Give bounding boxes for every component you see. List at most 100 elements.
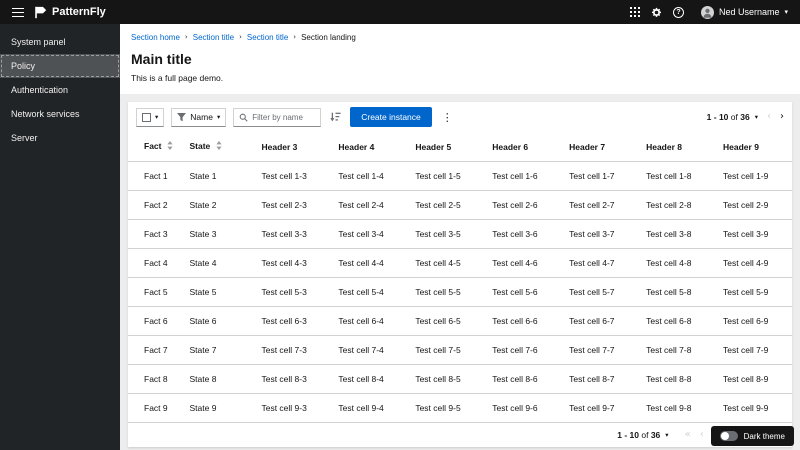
- table-cell: Test cell 2-3: [253, 190, 331, 220]
- table-cell: State 8: [181, 364, 254, 394]
- table-cell: Test cell 4-9: [715, 248, 792, 278]
- sort-arrows-icon[interactable]: [167, 141, 174, 152]
- table-cell: Test cell 1-3: [253, 161, 331, 191]
- table-cell: State 4: [181, 248, 254, 278]
- table-cell: Test cell 2-6: [484, 190, 562, 220]
- filter-funnel-icon: [177, 112, 187, 122]
- user-menu[interactable]: Ned Username ▾: [700, 5, 788, 19]
- sidebar-item-policy[interactable]: Policy: [0, 54, 120, 78]
- main-content: Section home › Section title › Section title…: [120, 24, 800, 450]
- table-cell: Test cell 9-6: [484, 393, 562, 423]
- table-cell: Test cell 7-6: [484, 335, 562, 365]
- column-header-label: Header 3: [261, 141, 298, 152]
- breadcrumb-item: Section landing: [301, 33, 356, 42]
- table-cell: Test cell 4-8: [638, 248, 716, 278]
- table-cell: Test cell 6-8: [638, 306, 716, 336]
- pagination-range: 1 - 10: [617, 430, 639, 440]
- table-cell: Test cell 6-6: [484, 306, 562, 336]
- breadcrumb-item[interactable]: Section title: [193, 33, 234, 42]
- create-instance-button[interactable]: Create instance: [350, 107, 432, 127]
- table-cell: State 3: [181, 219, 254, 249]
- table-cell: Test cell 5-9: [715, 277, 792, 307]
- table-cell: Test cell 3-8: [638, 219, 716, 249]
- table-cell: Test cell 6-5: [407, 306, 485, 336]
- column-header-state[interactable]: State: [181, 132, 253, 162]
- pagination-total: 36: [650, 430, 661, 440]
- column-header-label: Header 5: [415, 141, 452, 152]
- table-cell: Test cell 3-9: [715, 219, 792, 249]
- table-cell: Fact 4: [128, 248, 182, 278]
- pagination-of-word: of: [641, 430, 649, 440]
- column-header-header-6: Header 6: [484, 132, 561, 162]
- table-cell: Test cell 8-5: [407, 364, 485, 394]
- table-cell: Test cell 4-6: [484, 248, 562, 278]
- table-row: Fact 8 State 8 Test cell 8-3 Test cell 8-4 T…: [128, 364, 792, 394]
- settings-gear-icon[interactable]: [651, 7, 662, 18]
- first-page-button[interactable]: «: [685, 430, 691, 440]
- search-input[interactable]: [252, 112, 319, 122]
- column-header-header-4: Header 4: [330, 132, 407, 162]
- table-row: Fact 2 State 2 Test cell 2-3 Test cell 2-4 T…: [128, 190, 792, 220]
- table-cell: Test cell 3-5: [407, 219, 485, 249]
- avatar: [700, 5, 714, 19]
- pagination-of-word: of: [730, 112, 738, 122]
- table-cell: Test cell 3-7: [561, 219, 639, 249]
- help-icon[interactable]: ?: [672, 6, 684, 18]
- bulk-select-checkbox[interactable]: [142, 112, 151, 122]
- toggle-switch[interactable]: [719, 431, 738, 441]
- sidebar-item-network-services[interactable]: Network services: [0, 102, 120, 126]
- prev-page-button[interactable]: ‹: [767, 112, 771, 122]
- table-cell: Test cell 9-8: [638, 393, 716, 423]
- table-header-row: Fact State Header 3 Header 4 Header 5 Header …: [128, 132, 792, 162]
- prev-page-button[interactable]: ‹: [700, 430, 704, 440]
- table-row: Fact 5 State 5 Test cell 5-3 Test cell 5-4 T…: [128, 277, 792, 307]
- pagination-total: 36: [740, 112, 750, 122]
- patternfly-logo-icon: [34, 6, 47, 19]
- table-cell: Test cell 7-5: [407, 335, 485, 365]
- masthead: PatternFly ? Ned Username ▾: [0, 0, 800, 24]
- next-page-button[interactable]: ›: [780, 112, 784, 122]
- sidebar-item-authentication[interactable]: Authentication: [0, 78, 120, 102]
- table-cell: Test cell 6-7: [561, 306, 639, 336]
- column-header-label: Header 8: [646, 141, 683, 152]
- pagination-menu-toggle[interactable]: 1 - 10 of 36 ▾: [617, 430, 668, 440]
- table-cell: Test cell 9-3: [253, 393, 331, 423]
- table-cell: Test cell 7-9: [715, 335, 792, 365]
- kebab-menu-icon[interactable]: ⋮: [439, 112, 456, 123]
- table-cell: Test cell 8-7: [561, 364, 639, 394]
- nav-toggle-hamburger-icon[interactable]: [12, 7, 24, 17]
- table-cell: Test cell 2-5: [407, 190, 485, 220]
- table-cell: Fact 5: [128, 277, 182, 307]
- sort-arrows-icon[interactable]: [216, 141, 222, 152]
- dark-theme-toggle[interactable]: Dark theme: [710, 426, 794, 446]
- column-header-header-7: Header 7: [561, 132, 638, 162]
- content-section: ▾ Name ▾ Create i: [120, 94, 800, 450]
- table-cell: Test cell 5-7: [561, 277, 639, 307]
- sidebar-item-system-panel[interactable]: System panel: [0, 30, 120, 54]
- table-row: Fact 3 State 3 Test cell 3-3 Test cell 3-4 T…: [128, 219, 792, 249]
- pagination-menu-toggle[interactable]: 1 - 10 of 36 ▾: [707, 112, 758, 122]
- table-cell: State 9: [181, 393, 254, 423]
- sort-button[interactable]: [328, 112, 343, 122]
- table-cell: Fact 2: [128, 190, 182, 220]
- filter-type-dropdown[interactable]: Name ▾: [171, 107, 227, 127]
- table-row: Fact 9 State 9 Test cell 9-3 Test cell 9-4 T…: [128, 393, 792, 423]
- apps-grid-icon[interactable]: [629, 7, 640, 17]
- table-cell: State 1: [181, 161, 254, 191]
- pagination-range: 1 - 10: [706, 112, 729, 122]
- bulk-select-dropdown[interactable]: ▾: [136, 107, 165, 127]
- search-icon: [239, 113, 248, 122]
- chevron-down-icon: ▾: [155, 112, 159, 121]
- column-header-label: Header 7: [569, 141, 606, 152]
- table-cell: Test cell 1-4: [330, 161, 408, 191]
- breadcrumb-item[interactable]: Section title: [247, 33, 288, 42]
- breadcrumb-item[interactable]: Section home: [131, 33, 180, 42]
- table-cell: Test cell 1-6: [484, 161, 562, 191]
- table-cell: Test cell 7-4: [330, 335, 408, 365]
- sidebar-item-server[interactable]: Server: [0, 126, 120, 150]
- table-cell: Test cell 2-8: [638, 190, 716, 220]
- column-header-fact[interactable]: Fact: [128, 132, 181, 162]
- column-header-label: Header 6: [492, 141, 529, 152]
- table-cell: Test cell 5-6: [484, 277, 562, 307]
- table-body: Fact 1 State 1 Test cell 1-3 Test cell 1-4 T…: [128, 161, 792, 423]
